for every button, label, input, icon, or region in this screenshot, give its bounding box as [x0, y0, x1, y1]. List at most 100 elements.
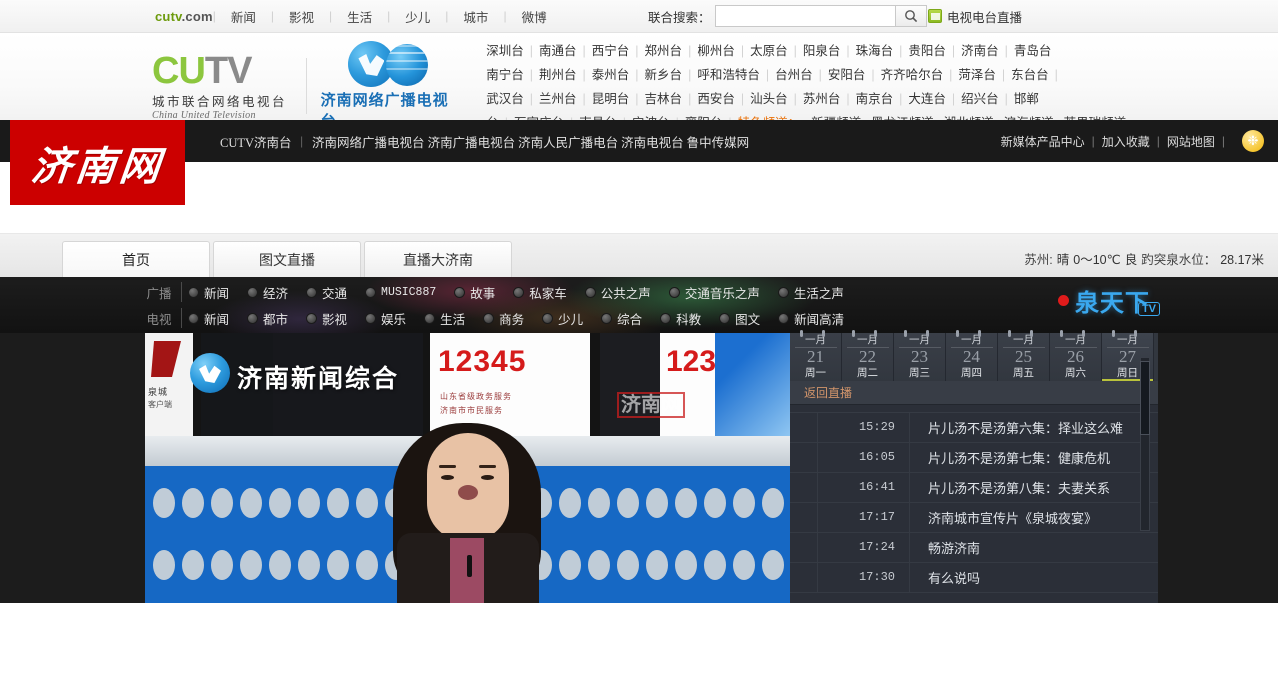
- city-link[interactable]: 青岛台: [1008, 44, 1058, 58]
- city-link[interactable]: 西安台: [691, 92, 741, 106]
- table-row[interactable]: 17:30有么说吗: [790, 563, 1158, 593]
- radio-channel-traffic-music[interactable]: 交通音乐之声: [669, 283, 760, 302]
- city-link[interactable]: 台州台: [769, 68, 819, 82]
- city-link[interactable]: 大连台: [902, 92, 952, 106]
- city-link[interactable]: 齐齐哈尔台: [875, 68, 950, 82]
- city-link[interactable]: 柳州台: [691, 44, 741, 58]
- city-link[interactable]: 阳泉台: [797, 44, 847, 58]
- union-search-button[interactable]: [895, 5, 927, 27]
- top-nav-kids[interactable]: 少儿: [390, 7, 445, 26]
- date-cell-21[interactable]: 一月21周一: [790, 333, 842, 381]
- tv-channel-science[interactable]: 科教: [660, 309, 701, 328]
- tv-channel-film[interactable]: 影视: [306, 309, 347, 328]
- top-nav-film[interactable]: 影视: [274, 7, 329, 26]
- city-link[interactable]: 深圳台: [480, 44, 530, 58]
- date-cell-26[interactable]: 一月26周六: [1050, 333, 1102, 381]
- wall-hole: [182, 550, 204, 580]
- tv-channel-graphic[interactable]: 图文: [719, 309, 760, 328]
- banner-nav-item[interactable]: 济南电视台: [621, 132, 684, 151]
- city-link[interactable]: 南通台: [533, 44, 583, 58]
- table-row[interactable]: 16:41片儿汤不是汤第八集：夫妻关系: [790, 473, 1158, 503]
- city-link[interactable]: 南京台: [850, 92, 900, 106]
- city-link[interactable]: 兰州台: [533, 92, 583, 106]
- banner-nav-item[interactable]: 济南网络广播电视台: [312, 132, 425, 151]
- banner-nav-cutv-jinan[interactable]: CUTV济南台: [220, 132, 292, 151]
- banner-nav-item[interactable]: 济南广播电视台: [428, 132, 516, 151]
- city-link[interactable]: 济南台: [955, 44, 1005, 58]
- city-link[interactable]: 绍兴台: [955, 92, 1005, 106]
- date-cell-24[interactable]: 一月24周四: [946, 333, 998, 381]
- back-to-live-button[interactable]: 返回直播: [790, 381, 1158, 405]
- cutv-brand-link[interactable]: cutv.com: [155, 9, 213, 24]
- tv-channel-news-hd[interactable]: 新闻高清: [778, 309, 844, 328]
- video-player[interactable]: 泉城 客户端 12345 山东省级政务服务 济南市市民服务 1234: [145, 333, 790, 603]
- city-link[interactable]: 昆明台: [586, 92, 636, 106]
- channel-dot-icon: [719, 313, 730, 324]
- radio-channel-life-voice[interactable]: 生活之声: [778, 283, 844, 302]
- city-link[interactable]: 呼和浩特台: [691, 68, 766, 82]
- tab-home[interactable]: 首页: [62, 241, 210, 277]
- radio-channel-public-voice[interactable]: 公共之声: [585, 283, 651, 302]
- date-cell-22[interactable]: 一月22周二: [842, 333, 894, 381]
- city-link[interactable]: 菏泽台: [952, 68, 1002, 82]
- table-row[interactable]: 16:05片儿汤不是汤第七集：健康危机: [790, 443, 1158, 473]
- union-search-input[interactable]: [715, 5, 895, 27]
- radio-channel-private-car[interactable]: 私家车: [513, 283, 567, 302]
- city-link[interactable]: 武汉台: [480, 92, 530, 106]
- city-link[interactable]: 苏州台: [797, 92, 847, 106]
- tv-channel-news[interactable]: 新闻: [188, 309, 229, 328]
- weather-city: 苏州:: [1024, 249, 1052, 268]
- wall-hole: [211, 488, 233, 518]
- city-link[interactable]: 太原台: [744, 44, 794, 58]
- sitemap-link[interactable]: 网站地图: [1167, 133, 1215, 150]
- tab-live-jinan[interactable]: 直播大济南: [364, 241, 512, 277]
- city-link[interactable]: 安阳台: [822, 68, 872, 82]
- row-gutter: [790, 443, 818, 472]
- program-scrollbar-thumb[interactable]: [1140, 361, 1150, 435]
- link-separator: |: [1157, 134, 1160, 148]
- weibo-icon[interactable]: ❉: [1242, 130, 1264, 152]
- jinan-net-logo[interactable]: 济南网: [10, 120, 185, 205]
- city-link[interactable]: 西宁台: [586, 44, 636, 58]
- tv-channel-life[interactable]: 生活: [424, 309, 465, 328]
- city-link[interactable]: 荆州台: [533, 68, 583, 82]
- program-list: 15:29片儿汤不是汤第六集：择业这么难 16:05片儿汤不是汤第七集：健康危机…: [790, 405, 1158, 603]
- table-row[interactable]: 15:29片儿汤不是汤第六集：择业这么难: [790, 413, 1158, 443]
- tv-channel-kids[interactable]: 少儿: [542, 309, 583, 328]
- radio-channel-music887[interactable]: MUSIC887: [365, 286, 436, 299]
- tv-channel-business[interactable]: 商务: [483, 309, 524, 328]
- radio-channel-traffic[interactable]: 交通: [306, 283, 347, 302]
- top-nav-news[interactable]: 新闻: [216, 7, 271, 26]
- new-media-center-link[interactable]: 新媒体产品中心: [1001, 133, 1085, 150]
- city-link[interactable]: 邯郸: [1008, 92, 1045, 106]
- cutv-logo[interactable]: CUTV 城市联合网络电视台 China United Television: [152, 52, 292, 121]
- radio-channel-economy[interactable]: 经济: [247, 283, 288, 302]
- radio-channel-story[interactable]: 故事: [454, 283, 495, 302]
- top-nav-life[interactable]: 生活: [332, 7, 387, 26]
- city-link[interactable]: 贵阳台: [902, 44, 952, 58]
- top-nav-city[interactable]: 城市: [448, 7, 503, 26]
- city-link[interactable]: 新乡台: [639, 68, 689, 82]
- tv-channel-entertainment[interactable]: 娱乐: [365, 309, 406, 328]
- radio-channel-news[interactable]: 新闻: [188, 283, 229, 302]
- city-link[interactable]: 汕头台: [744, 92, 794, 106]
- city-link[interactable]: 珠海台: [850, 44, 900, 58]
- tab-text-live[interactable]: 图文直播: [213, 241, 361, 277]
- city-link[interactable]: 泰州台: [586, 68, 636, 82]
- date-cell-23[interactable]: 一月23周三: [894, 333, 946, 381]
- tv-channel-city[interactable]: 都市: [247, 309, 288, 328]
- tv-radio-live-link[interactable]: 电视电台直播: [928, 7, 1022, 26]
- add-favorite-link[interactable]: 加入收藏: [1102, 133, 1150, 150]
- top-nav-weibo[interactable]: 微博: [507, 7, 562, 26]
- city-link[interactable]: 郑州台: [639, 44, 689, 58]
- city-link[interactable]: 吉林台: [639, 92, 689, 106]
- banner-nav-item[interactable]: 鲁中传媒网: [687, 132, 750, 151]
- tv-channel-general[interactable]: 综合: [601, 309, 642, 328]
- table-row[interactable]: 17:17济南城市宣传片《泉城夜宴》: [790, 503, 1158, 533]
- table-row[interactable]: 17:24畅游济南: [790, 533, 1158, 563]
- banner-nav-item[interactable]: 济南人民广播电台: [518, 132, 618, 151]
- city-link[interactable]: 南宁台: [480, 68, 530, 82]
- jinan-network-logo[interactable]: 济南网络广播电视台: [321, 41, 463, 131]
- city-link[interactable]: 东台台: [1005, 68, 1055, 82]
- date-cell-25[interactable]: 一月25周五: [998, 333, 1050, 381]
